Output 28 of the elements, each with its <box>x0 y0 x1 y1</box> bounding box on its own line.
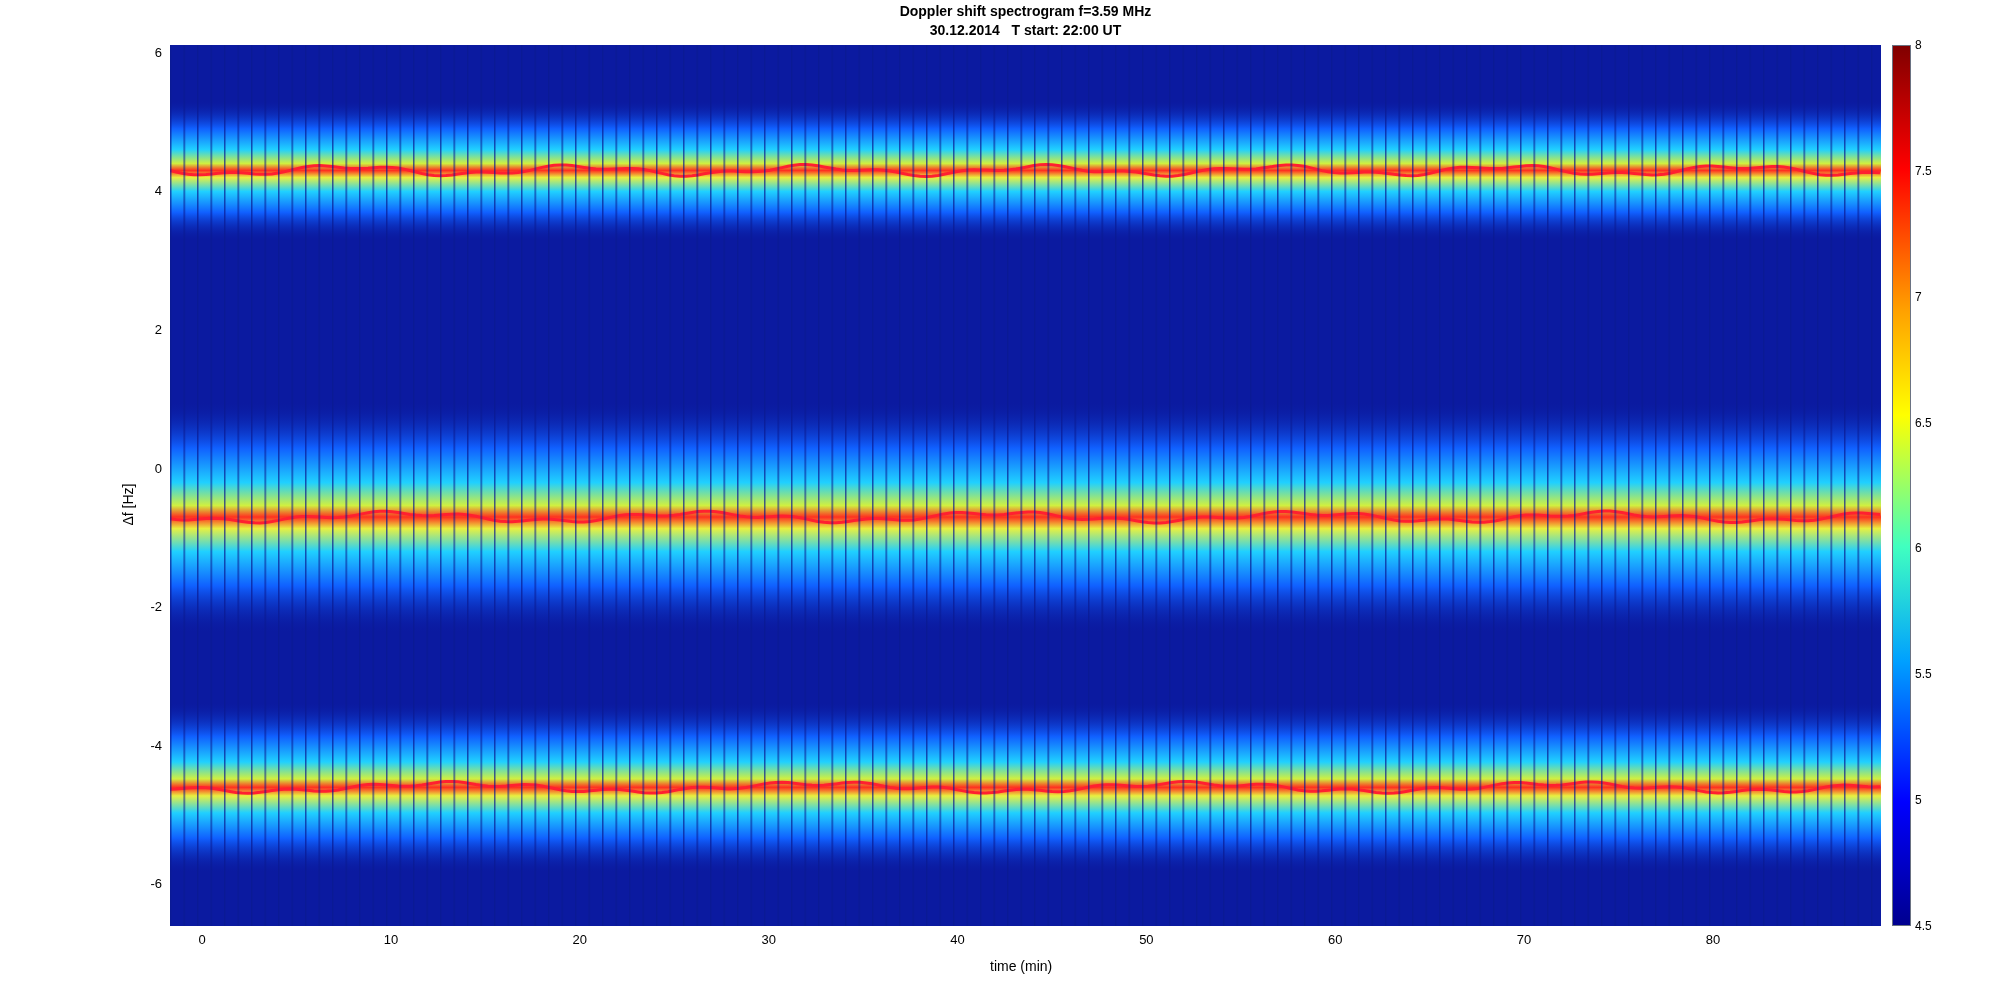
axis-tick-label: 6 <box>153 44 162 61</box>
axis-tick-label: 20 <box>571 931 589 949</box>
axis-tick-label: -6 <box>149 876 162 893</box>
plot-title: Doppler shift spectrogram f=3.59 MHz <box>899 2 1152 21</box>
axis-tick-label: 0 <box>153 460 162 477</box>
colorbar-tick-label: 7 <box>1915 289 1922 304</box>
axis-tick-label: 4 <box>153 183 162 200</box>
axis-tick-label: 60 <box>1326 931 1344 949</box>
colorbar-tick-label: 4.5 <box>1915 919 1932 933</box>
colorbar-tick-label: 6 <box>1915 541 1922 556</box>
colorbar-tick-label: 8 <box>1915 38 1922 52</box>
axis-tick-label: 80 <box>1704 931 1722 949</box>
axis-tick-label: 50 <box>1138 931 1155 949</box>
axis-tick-label: 40 <box>949 931 966 949</box>
axis-tick-label: 10 <box>382 931 400 949</box>
axis-label: time (min) <box>990 957 1053 976</box>
axis-label: Δf [Hz] <box>118 483 137 526</box>
axis-tick-label: 0 <box>197 931 207 949</box>
plot-subtitle: 30.12.2014 T start: 22:00 UT <box>929 21 1122 40</box>
colorbar-tick-label: 5 <box>1915 793 1922 808</box>
axis-tick-label: 30 <box>760 931 777 949</box>
colorbar-tick-label: 7.5 <box>1915 163 1932 178</box>
axis-tick-label: -4 <box>149 737 162 754</box>
axis-tick-label: 2 <box>153 321 162 338</box>
colorbar-tick-label: 6.5 <box>1915 415 1932 430</box>
axis-tick-label: 70 <box>1515 931 1533 949</box>
colorbar-tick-label: 5.5 <box>1915 667 1932 682</box>
axis-tick-label: -2 <box>149 599 162 616</box>
